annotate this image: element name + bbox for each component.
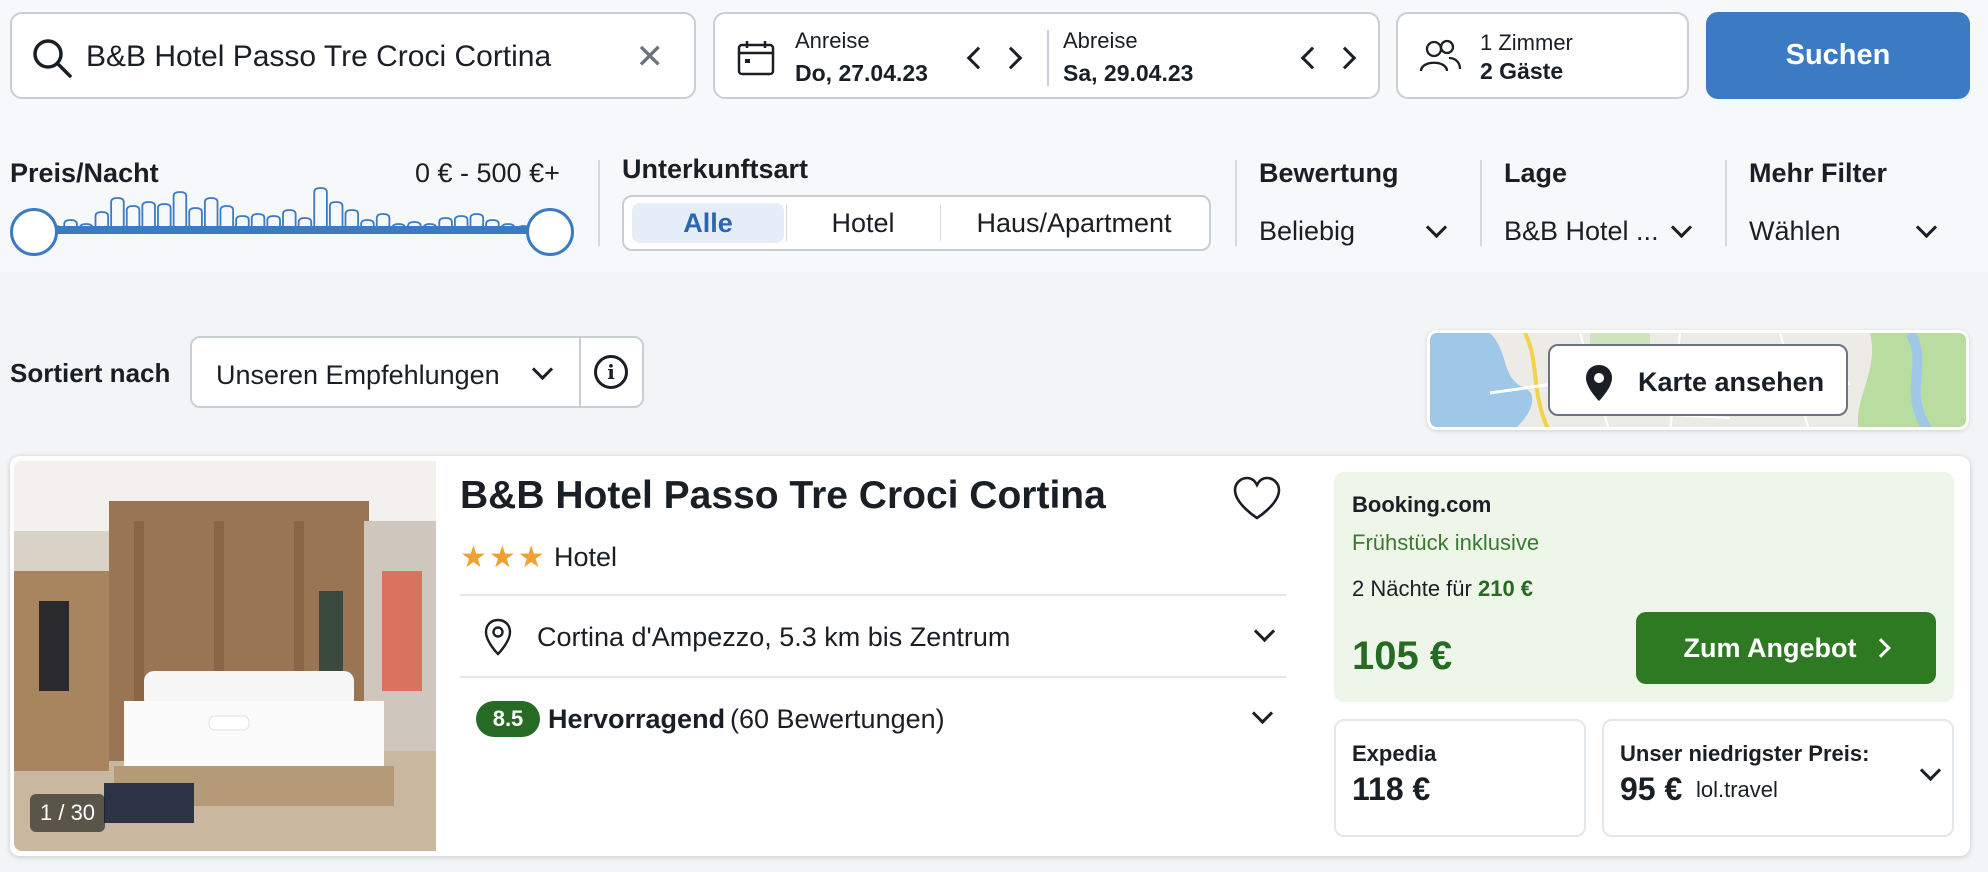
nights-total: 2 Nächte für 210 € — [1352, 576, 1533, 602]
histogram-bar — [313, 187, 328, 228]
price-per-night: 105 € — [1352, 634, 1453, 678]
rating-count: (60 Bewertungen) — [730, 704, 945, 734]
sort-dropdown[interactable]: Unseren Empfehlungen i — [190, 336, 644, 408]
filter-divider — [598, 160, 600, 246]
accommodation-option-apartment[interactable]: Haus/Apartment — [942, 203, 1206, 243]
heart-icon[interactable] — [1232, 476, 1282, 527]
chevron-down-icon — [1918, 763, 1942, 787]
histogram-bar — [328, 201, 344, 228]
show-map-label: Karte ansehen — [1638, 367, 1825, 397]
rating-word: Hervorragend — [548, 704, 726, 734]
chevron-right-icon — [1871, 638, 1892, 658]
chevron-down-icon — [1252, 624, 1276, 648]
close-icon[interactable]: ✕ — [636, 40, 665, 74]
hotel-name[interactable]: B&B Hotel Passo Tre Croci Cortina — [460, 474, 1106, 518]
divider — [460, 594, 1286, 596]
checkout-prev-icon[interactable] — [1293, 44, 1321, 72]
checkin-date[interactable]: Anreise Do, 27.04.23 — [795, 28, 928, 87]
chevron-down-icon — [1914, 220, 1938, 244]
checkin-value: Do, 27.04.23 — [795, 60, 928, 86]
calendar-icon — [737, 40, 775, 81]
checkin-label: Anreise — [795, 28, 870, 53]
rating-filter-value: Beliebig — [1259, 216, 1356, 246]
histogram-bar — [188, 207, 203, 228]
alt-offer-price: 118 € — [1352, 771, 1431, 807]
price-max-handle[interactable] — [526, 208, 574, 256]
date-divider — [1047, 30, 1049, 86]
checkout-next-icon[interactable] — [1333, 44, 1361, 72]
accommodation-option-all[interactable]: Alle — [632, 203, 784, 243]
guests-picker[interactable]: 1 Zimmer 2 Gäste — [1396, 12, 1689, 99]
histogram-bar — [219, 205, 235, 228]
guests-count: 2 Gäste — [1480, 58, 1564, 84]
nights-total-price: 210 € — [1477, 576, 1534, 601]
price-slider-track[interactable] — [34, 226, 550, 234]
hotel-location: Cortina d'Ampezzo, 5.3 km bis Zentrum — [537, 622, 1011, 652]
more-filters-label: Mehr Filter — [1749, 158, 1888, 188]
nights-text: 2 Nächte für — [1352, 576, 1472, 601]
checkin-prev-icon[interactable] — [959, 44, 987, 72]
checkin-next-icon[interactable] — [999, 44, 1027, 72]
checkout-label: Abreise — [1063, 28, 1138, 53]
histogram-bar — [141, 201, 156, 228]
accommodation-option-hotel[interactable]: Hotel — [788, 203, 938, 243]
hotel-photo[interactable] — [14, 461, 436, 851]
rating-score-badge: 8.5 — [476, 701, 540, 737]
price-histogram — [32, 187, 531, 231]
search-button[interactable]: Suchen — [1706, 12, 1970, 99]
checkout-value: Sa, 29.04.23 — [1063, 60, 1194, 86]
breakfast-info: Frühstück inklusive — [1352, 530, 1540, 555]
date-picker[interactable]: Anreise Do, 27.04.23 Abreise Sa, 29.04.2… — [713, 12, 1380, 99]
view-deal-label: Zum Angebot — [1683, 632, 1857, 663]
hotel-type: Hotel — [554, 542, 618, 572]
search-input[interactable]: B&B Hotel Passo Tre Croci Cortina — [86, 40, 551, 74]
more-filters-value: Wählen — [1749, 216, 1841, 246]
show-map-button[interactable]: Karte ansehen — [1548, 344, 1848, 416]
hotel-room-image — [14, 461, 436, 851]
divider — [460, 676, 1286, 678]
histogram-bar — [110, 197, 125, 228]
lowest-price-label: Unser niedrigster Preis: — [1620, 741, 1870, 766]
search-icon — [30, 36, 74, 85]
histogram-bar — [172, 191, 188, 228]
accommodation-toggle[interactable]: Alle Hotel Haus/Apartment — [622, 195, 1211, 251]
offer-provider: Booking.com — [1352, 492, 1492, 517]
guests-icon — [1418, 38, 1462, 79]
location-pin-icon — [484, 618, 512, 661]
view-deal-button[interactable]: Zum Angebot — [1636, 612, 1936, 684]
chevron-down-icon — [530, 362, 554, 386]
filter-divider — [1480, 160, 1482, 246]
checkout-date[interactable]: Abreise Sa, 29.04.23 — [1063, 28, 1193, 87]
location-filter-value: B&B Hotel ... — [1504, 216, 1659, 246]
sort-divider — [579, 338, 581, 406]
search-field[interactable]: B&B Hotel Passo Tre Croci Cortina ✕ — [10, 12, 696, 99]
chevron-down-icon — [1669, 220, 1693, 244]
histogram-bar — [203, 197, 219, 228]
filter-divider — [1235, 160, 1237, 246]
info-icon[interactable]: i — [594, 355, 628, 389]
filter-divider — [1725, 160, 1727, 246]
alt-offer-expedia[interactable]: Expedia 118 € — [1334, 719, 1586, 837]
chevron-down-icon — [1250, 706, 1274, 730]
histogram-bar — [157, 203, 172, 228]
chevron-down-icon — [1424, 220, 1448, 244]
map-pin-icon — [1584, 363, 1614, 408]
histogram-bar — [125, 205, 141, 228]
photo-counter: 1 / 30 — [30, 794, 106, 832]
price-min-handle[interactable] — [10, 208, 58, 256]
accommodation-filter-label: Unterkunftsart — [622, 154, 809, 184]
sort-value: Unseren Empfehlungen — [216, 360, 500, 390]
rating-filter-label: Bewertung — [1259, 158, 1399, 188]
segment-divider — [940, 205, 941, 241]
lowest-price-value: 95 € — [1620, 771, 1683, 807]
segment-divider — [786, 205, 787, 241]
lowest-price-offer[interactable]: Unser niedrigster Preis: 95 € lol.travel — [1602, 719, 1954, 837]
star-rating: ★★★ — [460, 541, 547, 574]
rooms-count: 1 Zimmer — [1480, 30, 1573, 55]
sort-label: Sortiert nach — [10, 358, 171, 388]
alt-offer-provider: Expedia — [1352, 741, 1437, 766]
lowest-price-source: lol.travel — [1696, 777, 1778, 802]
location-filter-label: Lage — [1504, 158, 1568, 188]
